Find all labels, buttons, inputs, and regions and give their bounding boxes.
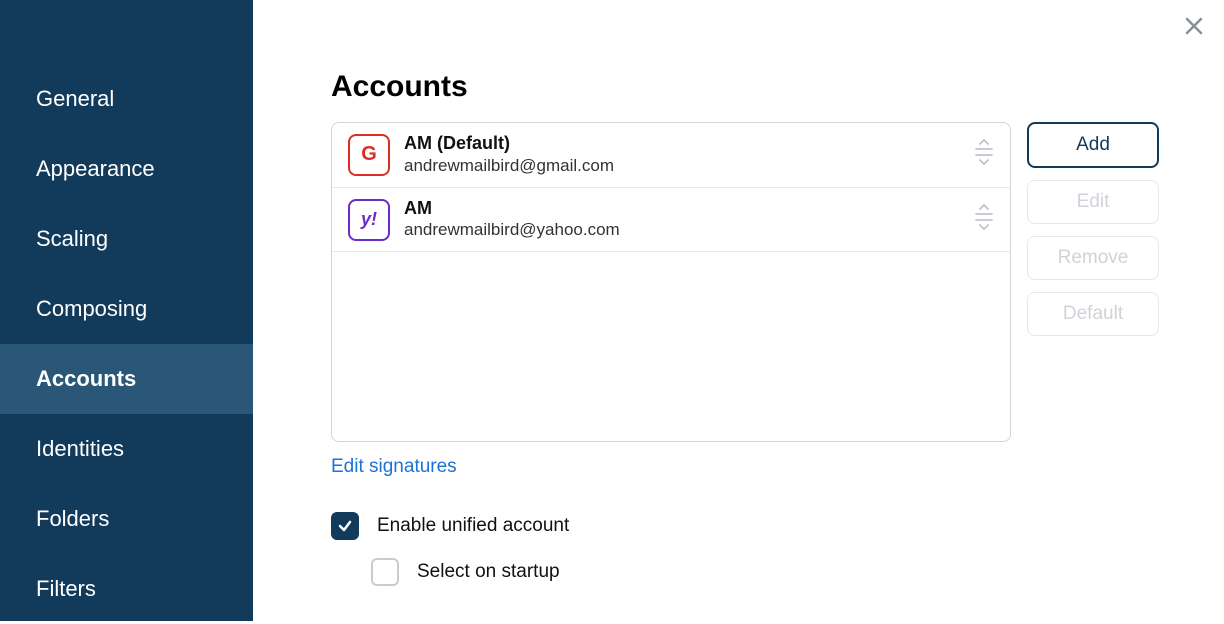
account-email: andrewmailbird@gmail.com xyxy=(404,155,974,177)
remove-button[interactable]: Remove xyxy=(1027,236,1159,280)
accounts-area: G AM (Default) andrewmailbird@gmail.com … xyxy=(331,122,1174,442)
account-name: AM xyxy=(404,198,974,220)
account-info: AM andrewmailbird@yahoo.com xyxy=(404,198,974,242)
accounts-list: G AM (Default) andrewmailbird@gmail.com … xyxy=(331,122,1011,442)
sidebar-item-identities[interactable]: Identities xyxy=(0,414,253,484)
sidebar-item-accounts[interactable]: Accounts xyxy=(0,344,253,414)
yahoo-icon: y! xyxy=(348,199,390,241)
drag-handle-icon[interactable] xyxy=(974,139,994,170)
sidebar-item-general[interactable]: General xyxy=(0,64,253,134)
default-button[interactable]: Default xyxy=(1027,292,1159,336)
drag-handle-icon[interactable] xyxy=(974,204,994,235)
sidebar-item-folders[interactable]: Folders xyxy=(0,484,253,554)
close-icon xyxy=(1184,16,1204,36)
sidebar-item-appearance[interactable]: Appearance xyxy=(0,134,253,204)
select-startup-checkbox[interactable] xyxy=(371,558,399,586)
account-email: andrewmailbird@yahoo.com xyxy=(404,219,974,241)
main-panel: Accounts G AM (Default) andrewmailbird@g… xyxy=(253,0,1224,621)
page-title: Accounts xyxy=(331,70,1174,104)
google-icon: G xyxy=(348,134,390,176)
action-buttons: Add Edit Remove Default xyxy=(1027,122,1159,336)
sidebar-item-scaling[interactable]: Scaling xyxy=(0,204,253,274)
account-name: AM (Default) xyxy=(404,133,974,155)
sidebar-item-filters[interactable]: Filters xyxy=(0,554,253,624)
edit-signatures-link[interactable]: Edit signatures xyxy=(331,456,457,478)
edit-button[interactable]: Edit xyxy=(1027,180,1159,224)
account-row[interactable]: G AM (Default) andrewmailbird@gmail.com xyxy=(332,123,1010,188)
account-row[interactable]: y! AM andrewmailbird@yahoo.com xyxy=(332,188,1010,253)
check-icon xyxy=(337,518,353,534)
select-startup-label: Select on startup xyxy=(417,561,560,583)
sidebar: General Appearance Scaling Composing Acc… xyxy=(0,0,253,621)
sidebar-item-composing[interactable]: Composing xyxy=(0,274,253,344)
account-info: AM (Default) andrewmailbird@gmail.com xyxy=(404,133,974,177)
select-startup-row: Select on startup xyxy=(371,558,1174,586)
add-button[interactable]: Add xyxy=(1027,122,1159,168)
enable-unified-row: Enable unified account xyxy=(331,512,1174,540)
enable-unified-checkbox[interactable] xyxy=(331,512,359,540)
enable-unified-label: Enable unified account xyxy=(377,515,569,537)
close-button[interactable] xyxy=(1184,16,1204,41)
